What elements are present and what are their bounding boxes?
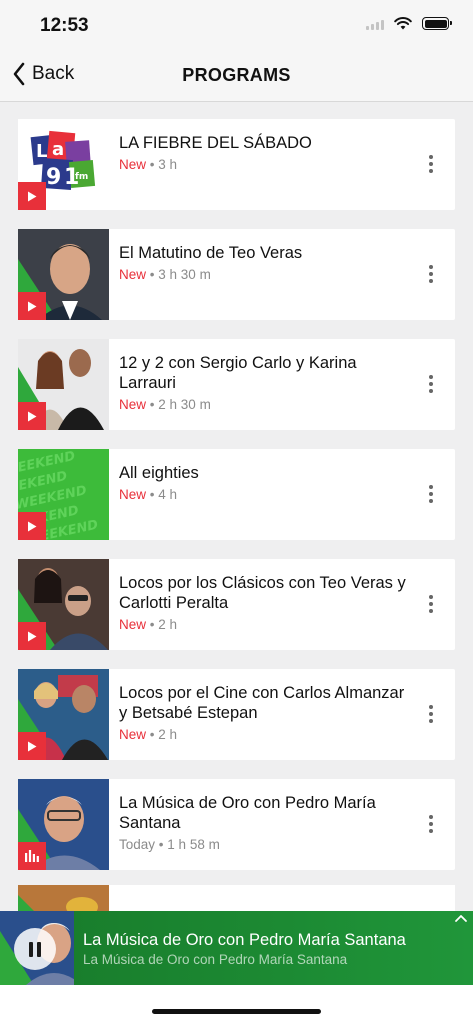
duration-label: 4 h: [158, 487, 178, 502]
meta-separator: •: [149, 617, 155, 632]
status-bar: 12:53: [0, 0, 473, 50]
home-indicator-area: [0, 985, 473, 1024]
program-meta: New • 4 h: [119, 487, 407, 502]
duration-label: 1 h 58 m: [167, 837, 220, 852]
status-label: New: [119, 267, 147, 282]
more-options-icon[interactable]: [421, 703, 441, 725]
duration-label: 2 h 30 m: [158, 397, 211, 412]
program-thumbnail: [18, 339, 109, 430]
wifi-icon: [394, 17, 412, 30]
play-badge[interactable]: [18, 402, 46, 430]
more-options-icon[interactable]: [421, 483, 441, 505]
program-info: La Música de Oro con Pedro María Santana…: [109, 779, 455, 870]
play-icon: [28, 521, 37, 531]
play-badge[interactable]: [18, 512, 46, 540]
program-info: Locos por el Cine con Carlos Almanzar y …: [109, 669, 455, 760]
play-icon: [28, 191, 37, 201]
program-title: LA FIEBRE DEL SÁBADO: [119, 134, 312, 152]
mini-player[interactable]: La Música de Oro con Pedro María Santana…: [0, 911, 473, 985]
program-info: LA FIEBRE DEL SÁBADO New • 3 h: [109, 119, 455, 210]
status-time: 12:53: [40, 15, 89, 36]
more-options-icon[interactable]: [421, 263, 441, 285]
program-meta: New • 3 h 30 m: [119, 267, 407, 282]
program-info: 12 y 2 con Sergio Carlo y Karina Larraur…: [109, 339, 455, 430]
more-options-icon[interactable]: [421, 153, 441, 175]
svg-text:fm: fm: [75, 172, 88, 182]
program-thumbnail: WEEKEND WEEKEND WEEKEND WEEKEND WEEKEND …: [18, 449, 109, 540]
program-card[interactable]: Locos por los Clásicos con Teo Veras y C…: [18, 559, 455, 650]
program-meta: Today • 1 h 58 m: [119, 837, 407, 852]
program-card[interactable]: L a 9 1 fm LA FIEBRE DEL SÁBADO New • 3 …: [18, 119, 455, 210]
program-meta: New • 2 h 30 m: [119, 397, 407, 412]
program-info: All eighties New • 4 h: [109, 449, 455, 540]
program-info: El Matutino de Teo Veras New • 3 h 30 m: [109, 229, 455, 320]
program-info: Locos por los Clásicos con Teo Veras y C…: [109, 559, 455, 650]
duration-label: 3 h: [158, 157, 178, 172]
play-icon: [28, 301, 37, 311]
status-label: New: [119, 157, 147, 172]
more-options-icon[interactable]: [421, 813, 441, 835]
play-icon: [28, 631, 37, 641]
page-title: PROGRAMS: [182, 65, 291, 85]
meta-separator: •: [149, 487, 155, 502]
play-badge[interactable]: [18, 292, 46, 320]
pause-button[interactable]: [14, 928, 56, 970]
meta-separator: •: [158, 837, 164, 852]
more-options-icon[interactable]: [421, 373, 441, 395]
more-options-icon[interactable]: [421, 593, 441, 615]
program-card[interactable]: 12 y 2 con Sergio Carlo y Karina Larraur…: [18, 339, 455, 430]
svg-text:a: a: [52, 139, 64, 160]
program-card[interactable]: WEEKEND WEEKEND WEEKEND WEEKEND WEEKEND …: [18, 449, 455, 540]
play-badge[interactable]: [18, 182, 46, 210]
now-playing-subtitle: La Música de Oro con Pedro María Santana: [83, 952, 348, 967]
duration-label: 2 h: [158, 617, 178, 632]
program-thumbnail: [18, 229, 109, 320]
program-meta: New • 2 h: [119, 727, 407, 742]
meta-separator: •: [149, 727, 155, 742]
program-card[interactable]: Locos por el Cine con Carlos Almanzar y …: [18, 669, 455, 760]
cellular-signal-icon: [366, 18, 384, 30]
chevron-up-icon[interactable]: [453, 913, 469, 925]
equalizer-badge[interactable]: [18, 842, 46, 870]
program-title: Locos por el Cine con Carlos Almanzar y …: [119, 684, 405, 722]
meta-separator: •: [149, 157, 155, 172]
program-title: El Matutino de Teo Veras: [119, 244, 303, 262]
status-label: New: [119, 487, 147, 502]
navigation-bar: Back PROGRAMS: [0, 50, 473, 102]
play-icon: [28, 741, 37, 751]
duration-label: 3 h 30 m: [158, 267, 211, 282]
program-thumbnail: [18, 559, 109, 650]
equalizer-icon: [25, 850, 39, 862]
program-thumbnail: L a 9 1 fm: [18, 119, 109, 210]
status-label: New: [119, 397, 147, 412]
svg-text:L: L: [36, 141, 47, 162]
program-thumbnail: [18, 669, 109, 760]
meta-separator: •: [149, 267, 155, 282]
program-title: La Música de Oro con Pedro María Santana: [119, 794, 376, 832]
program-title: 12 y 2 con Sergio Carlo y Karina Larraur…: [119, 354, 357, 392]
program-title: Locos por los Clásicos con Teo Veras y C…: [119, 574, 406, 612]
program-meta: New • 3 h: [119, 157, 407, 172]
status-label: New: [119, 727, 147, 742]
status-label: Today: [119, 837, 156, 852]
svg-text:9: 9: [46, 165, 61, 190]
program-title: All eighties: [119, 464, 199, 482]
battery-icon: [422, 17, 452, 30]
home-indicator[interactable]: [152, 1009, 321, 1014]
now-playing-title: La Música de Oro con Pedro María Santana: [83, 931, 406, 949]
program-card[interactable]: El Matutino de Teo Veras New • 3 h 30 m: [18, 229, 455, 320]
program-meta: New • 2 h: [119, 617, 407, 632]
play-icon: [28, 411, 37, 421]
status-label: New: [119, 617, 147, 632]
program-list: L a 9 1 fm LA FIEBRE DEL SÁBADO New • 3 …: [18, 119, 455, 889]
play-badge[interactable]: [18, 622, 46, 650]
status-icons: [366, 17, 452, 30]
meta-separator: •: [149, 397, 155, 412]
duration-label: 2 h: [158, 727, 178, 742]
program-card[interactable]: La Música de Oro con Pedro María Santana…: [18, 779, 455, 870]
play-badge[interactable]: [18, 732, 46, 760]
program-thumbnail: [18, 779, 109, 870]
